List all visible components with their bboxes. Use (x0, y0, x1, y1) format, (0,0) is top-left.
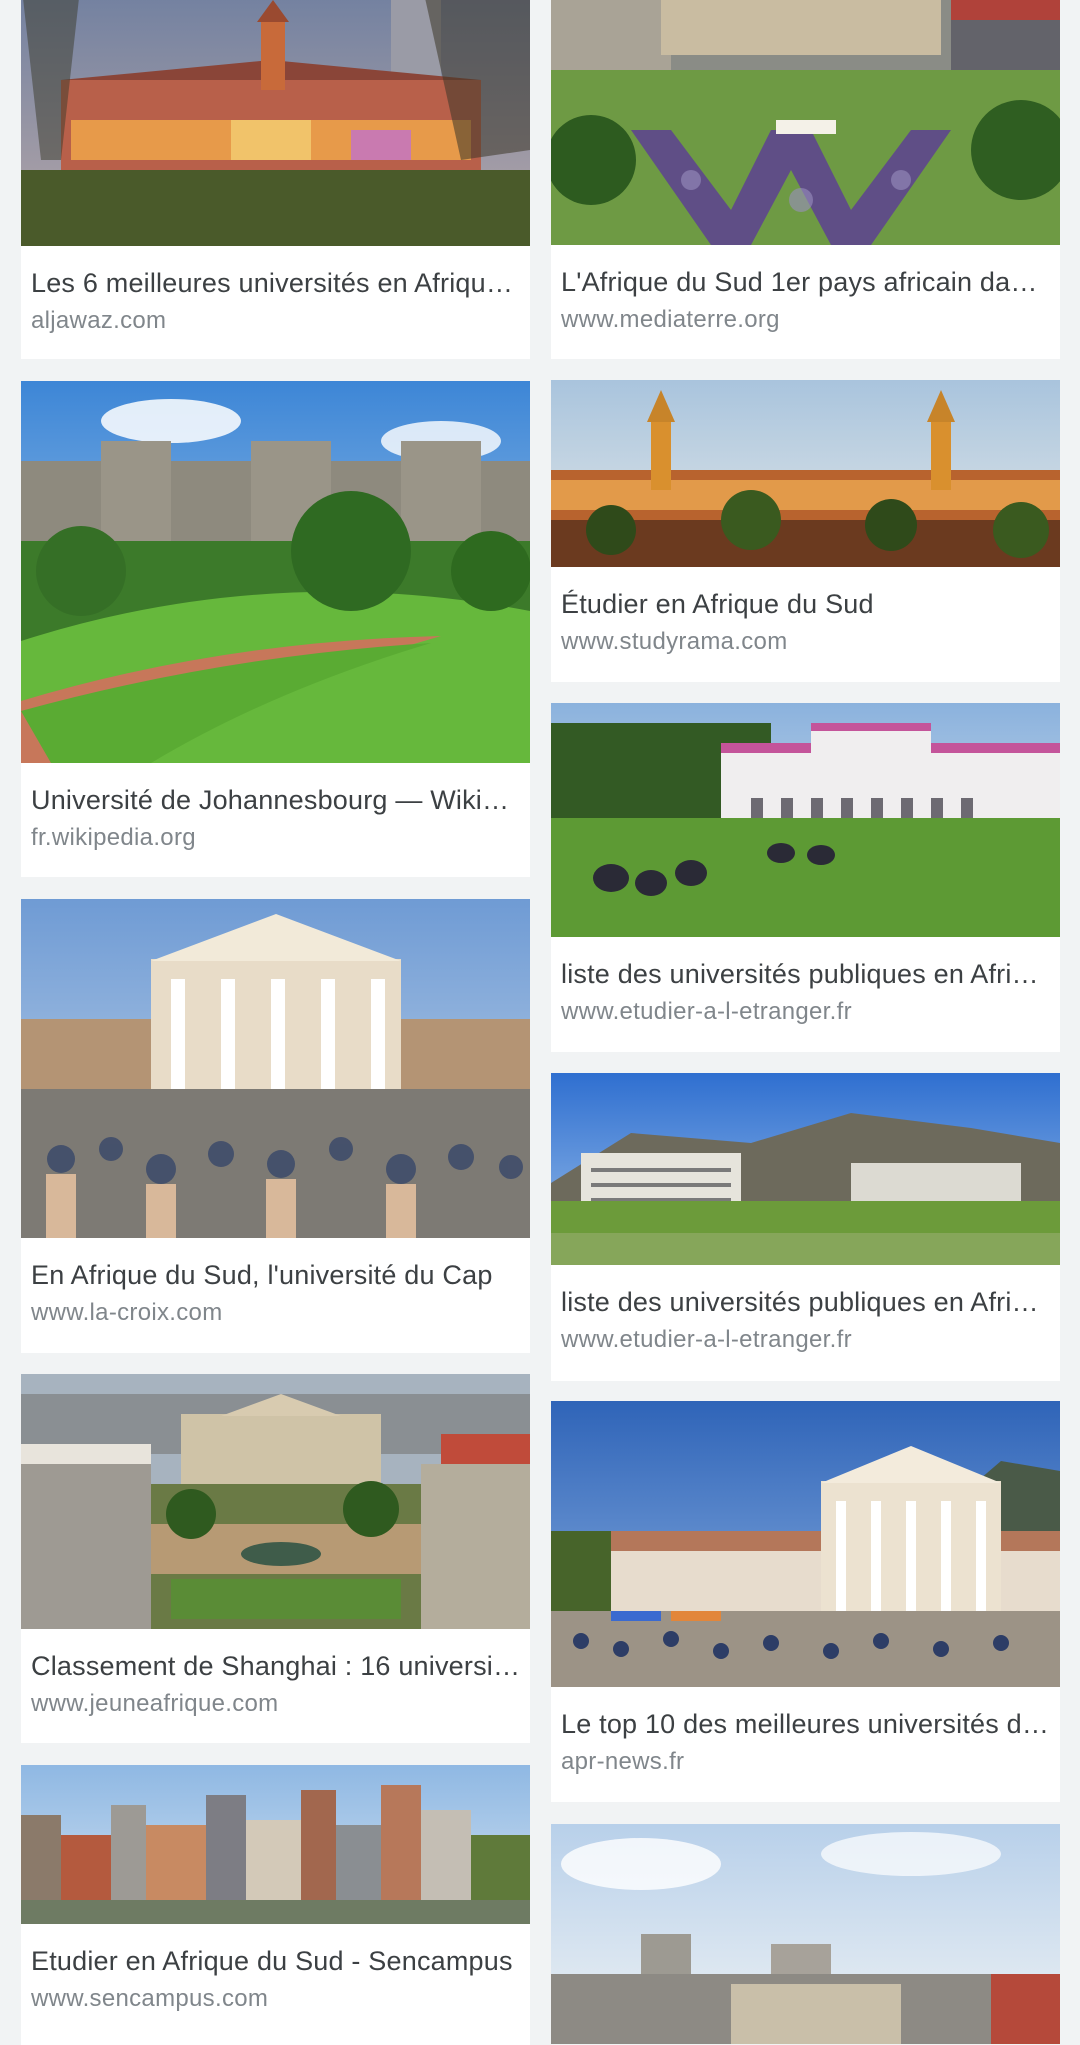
result-thumbnail[interactable] (21, 899, 530, 1238)
result-title[interactable]: Les 6 meilleures universités en Afrique … (31, 266, 520, 300)
image-result-card[interactable]: Etudier en Afrique du Sud - Sencampus ww… (21, 1765, 530, 2045)
result-thumbnail[interactable] (551, 1073, 1060, 1265)
image-result-card[interactable]: Étudier en Afrique du Sud www.studyrama.… (551, 380, 1060, 682)
image-thumbnail-icon (21, 899, 530, 1238)
result-title[interactable]: Université de Johannesbourg — Wikipédia (31, 783, 520, 817)
result-title[interactable]: En Afrique du Sud, l'université du Cap (31, 1258, 520, 1292)
image-thumbnail-icon (551, 703, 1060, 937)
result-title[interactable]: Classement de Shanghai : 16 universités … (31, 1649, 520, 1683)
result-thumbnail[interactable] (551, 380, 1060, 567)
image-result-card[interactable]: Université de Johannesbourg — Wikipédia … (21, 381, 530, 877)
result-source: fr.wikipedia.org (31, 824, 196, 851)
result-source: www.sencampus.com (31, 1985, 269, 2012)
result-title[interactable]: liste des universités publiques en Afriq… (561, 1285, 1050, 1319)
image-thumbnail-icon (21, 381, 530, 763)
image-result-card[interactable]: En Afrique du Sud, l'université du Cap w… (21, 899, 530, 1353)
result-source: aljawaz.com (31, 307, 167, 334)
image-thumbnail-icon (551, 0, 1060, 245)
result-thumbnail[interactable] (21, 1374, 530, 1629)
result-source: www.studyrama.com (561, 628, 788, 655)
image-result-card[interactable]: Le top 10 des meilleures universités d'A… (551, 1401, 1060, 1802)
result-source: www.jeuneafrique.com (31, 1690, 279, 1717)
result-thumbnail[interactable] (551, 0, 1060, 245)
image-result-card[interactable]: liste des universités publiques en Afriq… (551, 1073, 1060, 1381)
result-source: www.etudier-a-l-etranger.fr (561, 1326, 852, 1353)
image-result-card[interactable]: Classement de Shanghai : 16 universités … (21, 1374, 530, 1743)
result-source: apr-news.fr (561, 1748, 685, 1775)
image-result-card[interactable]: Les 6 meilleures universités en Afrique … (21, 0, 530, 359)
result-thumbnail[interactable] (551, 703, 1060, 937)
result-title[interactable]: L'Afrique du Sud 1er pays africain dans … (561, 265, 1050, 299)
image-result-card[interactable]: liste des universités publiques en Afriq… (551, 703, 1060, 1052)
result-thumbnail[interactable] (21, 381, 530, 763)
result-title[interactable]: liste des universités publiques en Afriq… (561, 957, 1050, 991)
image-thumbnail-icon (551, 1401, 1060, 1687)
result-title[interactable]: Étudier en Afrique du Sud (561, 587, 1050, 621)
image-result-card[interactable]: L'Afrique du Sud 1er pays africain dans … (551, 0, 1060, 359)
result-source: www.mediaterre.org (561, 306, 780, 333)
image-thumbnail-icon (21, 1374, 530, 1629)
image-thumbnail-icon (551, 380, 1060, 567)
image-thumbnail-icon (21, 0, 530, 246)
image-thumbnail-icon (551, 1073, 1060, 1265)
result-title[interactable]: Le top 10 des meilleures universités d'A… (561, 1707, 1050, 1741)
result-source: www.la-croix.com (31, 1299, 223, 1326)
image-thumbnail-icon (21, 1765, 530, 1924)
result-thumbnail[interactable] (551, 1401, 1060, 1687)
result-source: www.etudier-a-l-etranger.fr (561, 998, 852, 1025)
image-thumbnail-icon (551, 1824, 1060, 2044)
result-thumbnail[interactable] (21, 1765, 530, 1924)
result-thumbnail[interactable] (21, 0, 530, 246)
image-result-card[interactable] (551, 1824, 1060, 2044)
result-title[interactable]: Etudier en Afrique du Sud - Sencampus (31, 1944, 520, 1978)
result-thumbnail[interactable] (551, 1824, 1060, 2044)
